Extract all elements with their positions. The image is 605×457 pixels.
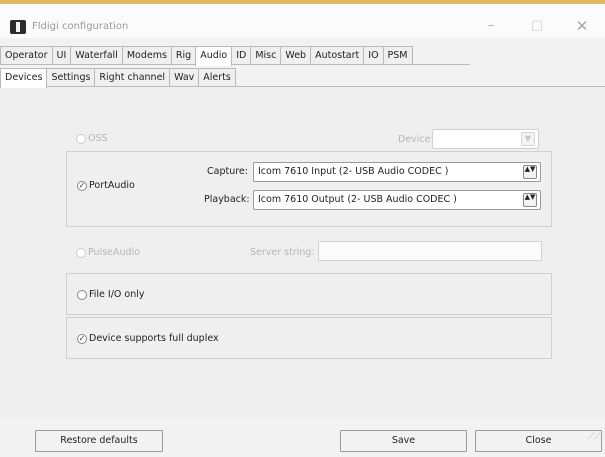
tab-psm[interactable]: PSM: [382, 46, 413, 65]
tab-modems[interactable]: Modems: [121, 46, 172, 65]
subtab-right-channel[interactable]: Right channel: [94, 68, 171, 87]
chevron-down-icon: ▼: [521, 132, 535, 146]
tab-audio[interactable]: Audio: [195, 46, 233, 66]
full-duplex-label: Device supports full duplex: [89, 333, 219, 344]
save-button[interactable]: Save: [340, 430, 467, 452]
checkmark-icon: ✓: [77, 180, 87, 191]
playback-device-value: Icom 7610 Output (2- USB Audio CODEC ): [258, 194, 457, 205]
close-button[interactable]: Close: [475, 430, 602, 452]
close-window-button[interactable]: ✕: [568, 17, 596, 35]
oss-device-dropdown[interactable]: ▼: [432, 129, 539, 149]
full-duplex-checkbox[interactable]: ✓ Device supports full duplex: [77, 333, 219, 344]
subtab-alerts[interactable]: Alerts: [198, 68, 236, 87]
file-io-group: File I/O only: [66, 273, 552, 315]
devices-panel: OSS Device: ▼ ✓ PortAudio Capture: Icom …: [0, 87, 605, 417]
tab-web[interactable]: Web: [280, 46, 312, 65]
tab-operator[interactable]: Operator: [0, 46, 53, 65]
capture-device-value: Icom 7610 Input (2- USB Audio CODEC ): [258, 166, 449, 177]
full-duplex-group: ✓ Device supports full duplex: [66, 317, 552, 359]
tab-ui[interactable]: UI: [51, 46, 72, 65]
oss-checkbox[interactable]: OSS: [76, 133, 108, 144]
subtab-settings[interactable]: Settings: [46, 68, 96, 87]
oss-checkbox-indicator: [76, 133, 86, 144]
tab-misc[interactable]: Misc: [250, 46, 282, 65]
playback-device-select[interactable]: Icom 7610 Output (2- USB Audio CODEC ) ▲…: [253, 190, 541, 210]
spinner-arrows-icon: ▲▼: [523, 193, 537, 207]
main-tab-bar: Operator UI Waterfall Modems Rig Audio I…: [0, 46, 413, 66]
pulseaudio-checkbox[interactable]: PulseAudio: [76, 247, 140, 258]
file-io-checkbox[interactable]: File I/O only: [77, 289, 145, 300]
oss-label: OSS: [88, 133, 108, 144]
playback-label: Playback:: [204, 194, 250, 205]
resize-grip-icon[interactable]: ⟋⟋: [588, 432, 601, 442]
tab-id[interactable]: ID: [231, 46, 252, 65]
title-bar: Fldigi configuration – □ ✕: [0, 4, 605, 38]
pulseaudio-checkbox-indicator: [76, 247, 86, 258]
window-title: Fldigi configuration: [32, 21, 129, 32]
main-tab-divider: [0, 64, 470, 65]
restore-defaults-button[interactable]: Restore defaults: [35, 430, 163, 452]
portaudio-group: ✓ PortAudio Capture: Icom 7610 Input (2-…: [66, 151, 552, 227]
capture-device-select[interactable]: Icom 7610 Input (2- USB Audio CODEC ) ▲▼: [253, 162, 541, 182]
tab-rig[interactable]: Rig: [170, 46, 197, 65]
file-io-label: File I/O only: [89, 289, 145, 300]
tab-waterfall[interactable]: Waterfall: [70, 46, 123, 65]
capture-label: Capture:: [207, 166, 248, 177]
tab-autostart[interactable]: Autostart: [310, 46, 365, 65]
file-io-checkbox-indicator: [77, 289, 87, 300]
portaudio-label: PortAudio: [89, 180, 135, 191]
subtab-devices[interactable]: Devices: [0, 68, 48, 88]
spinner-arrows-icon: ▲▼: [523, 165, 537, 179]
server-string-label: Server string:: [250, 247, 315, 258]
maximize-button[interactable]: □: [523, 17, 551, 35]
tab-io[interactable]: IO: [363, 46, 384, 65]
audio-sub-tab-bar: Devices Settings Right channel Wav Alert…: [0, 68, 236, 88]
pulseaudio-label: PulseAudio: [88, 247, 141, 258]
portaudio-checkbox[interactable]: ✓ PortAudio: [77, 180, 135, 191]
minimize-button[interactable]: –: [477, 17, 505, 35]
server-string-input[interactable]: [318, 241, 542, 261]
oss-device-label: Device:: [398, 134, 434, 145]
fldigi-app-icon: [10, 20, 26, 34]
subtab-wav[interactable]: Wav: [169, 68, 200, 87]
checkmark-icon: ✓: [77, 333, 87, 344]
